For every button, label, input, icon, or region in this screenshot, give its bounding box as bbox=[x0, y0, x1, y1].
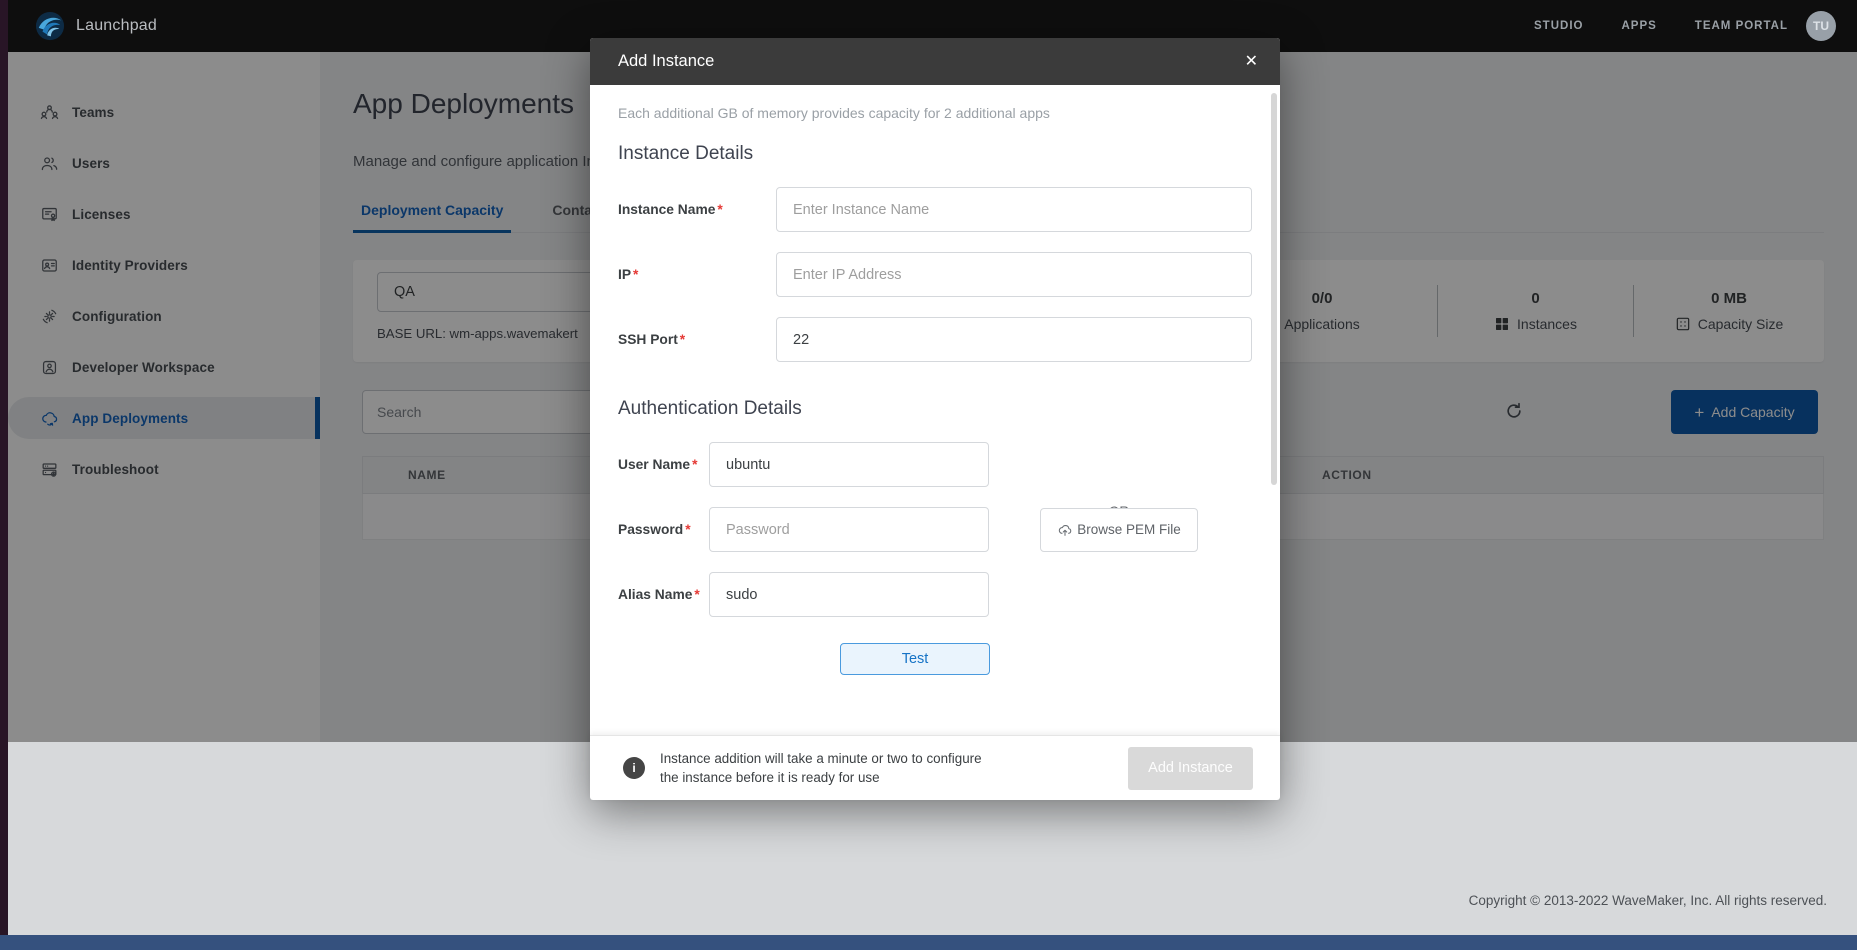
section-heading-authentication-details: Authentication Details bbox=[618, 398, 1252, 420]
field-label: SSH Port* bbox=[618, 332, 776, 347]
field-label: IP* bbox=[618, 267, 776, 282]
user-name-input[interactable] bbox=[709, 442, 989, 487]
close-icon[interactable]: ✕ bbox=[1245, 54, 1258, 70]
field-row-ssh-port: SSH Port* bbox=[618, 317, 1252, 362]
nav-team-portal[interactable]: TEAM PORTAL bbox=[1695, 20, 1788, 32]
field-row-alias-name: Alias Name* bbox=[618, 572, 1252, 617]
add-instance-button[interactable]: Add Instance bbox=[1128, 747, 1253, 790]
desktop-left-edge bbox=[0, 0, 8, 950]
top-nav: STUDIO APPS TEAM PORTAL TU bbox=[1496, 11, 1836, 41]
field-label: User Name* bbox=[618, 457, 709, 472]
section-heading-instance-details: Instance Details bbox=[618, 143, 1252, 165]
required-asterisk: * bbox=[680, 332, 685, 347]
avatar[interactable]: TU bbox=[1806, 11, 1836, 41]
modal-footer: i Instance addition will take a minute o… bbox=[590, 735, 1280, 800]
nav-studio[interactable]: STUDIO bbox=[1534, 20, 1583, 32]
field-row-user-name: User Name* OR bbox=[618, 442, 1252, 487]
password-input[interactable] bbox=[709, 507, 989, 552]
ip-input[interactable] bbox=[776, 252, 1252, 297]
desktop-taskbar-edge bbox=[0, 935, 1857, 950]
nav-apps[interactable]: APPS bbox=[1621, 20, 1656, 32]
field-label: Password* bbox=[618, 522, 709, 537]
field-row-password: Password* Browse PEM File bbox=[618, 507, 1252, 552]
alias-name-input[interactable] bbox=[709, 572, 989, 617]
copyright-text: Copyright © 2013-2022 WaveMaker, Inc. Al… bbox=[1469, 893, 1827, 908]
add-instance-modal: Add Instance ✕ Each additional GB of mem… bbox=[590, 38, 1280, 800]
field-row-instance-name: Instance Name* bbox=[618, 187, 1252, 232]
required-asterisk: * bbox=[717, 202, 722, 217]
ssh-port-input[interactable] bbox=[776, 317, 1252, 362]
scrollbar-thumb[interactable] bbox=[1271, 93, 1277, 485]
launchpad-logo-icon bbox=[35, 11, 65, 41]
test-row: Test bbox=[618, 643, 1252, 675]
brand-name: Launchpad bbox=[76, 17, 157, 35]
info-icon: i bbox=[623, 757, 645, 779]
browse-pem-file-button[interactable]: Browse PEM File bbox=[1040, 508, 1198, 552]
instance-note: Instance addition will take a minute or … bbox=[660, 749, 982, 787]
modal-body: Each additional GB of memory provides ca… bbox=[590, 85, 1280, 735]
field-label: Alias Name* bbox=[618, 587, 709, 602]
required-asterisk: * bbox=[694, 587, 699, 602]
brand: Launchpad bbox=[35, 11, 157, 41]
field-row-ip: IP* bbox=[618, 252, 1252, 297]
modal-subtitle: Each additional GB of memory provides ca… bbox=[618, 105, 1252, 121]
required-asterisk: * bbox=[685, 522, 690, 537]
instance-name-input[interactable] bbox=[776, 187, 1252, 232]
upload-cloud-icon bbox=[1057, 522, 1073, 538]
field-label: Instance Name* bbox=[618, 202, 776, 217]
required-asterisk: * bbox=[692, 457, 697, 472]
test-button[interactable]: Test bbox=[840, 643, 990, 675]
modal-header: Add Instance ✕ bbox=[590, 38, 1280, 85]
modal-title: Add Instance bbox=[618, 52, 714, 71]
required-asterisk: * bbox=[633, 267, 638, 282]
